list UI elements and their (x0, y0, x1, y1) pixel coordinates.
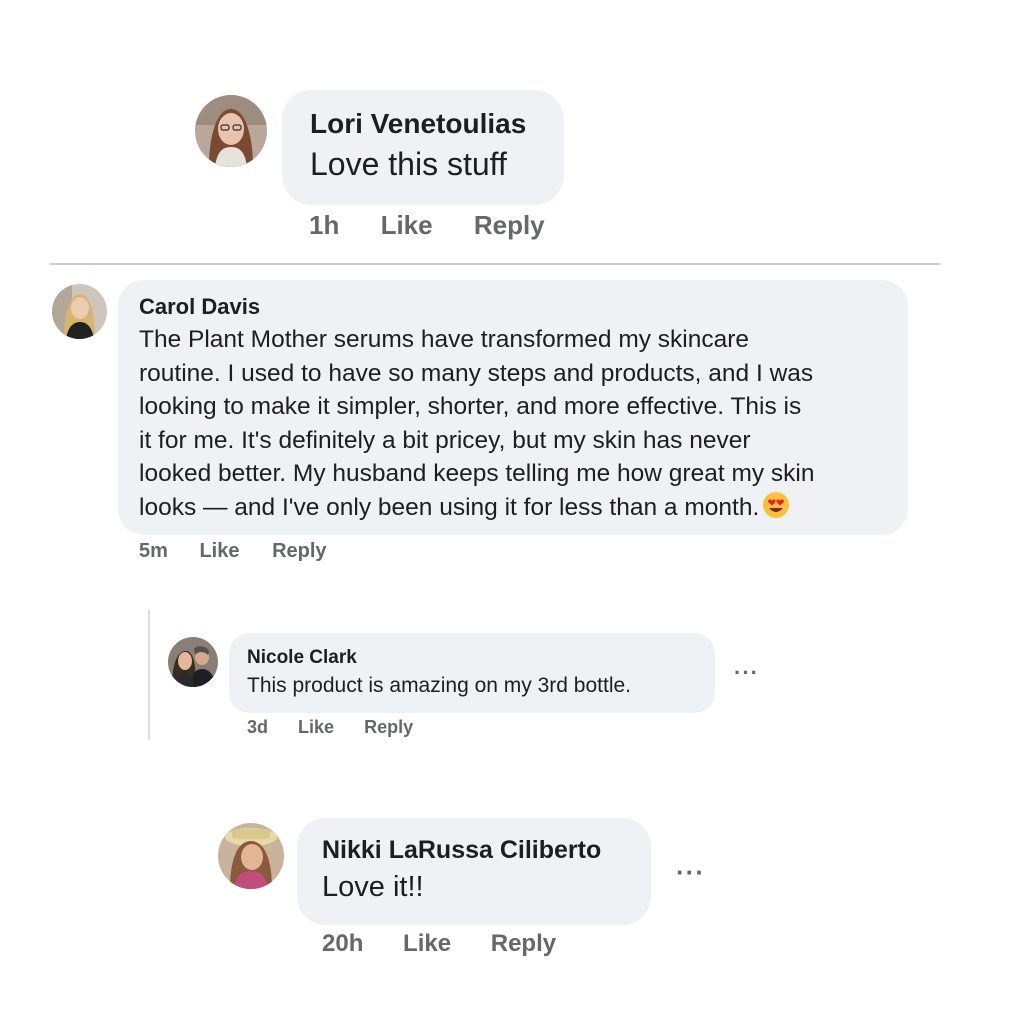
comment-timestamp[interactable]: 1h (309, 210, 339, 241)
like-button[interactable]: Like (199, 540, 239, 563)
comment-text-line: The Plant Mother serums have transformed… (139, 326, 750, 353)
comment-text-line: looked better. My husband keeps telling … (139, 460, 815, 487)
reply-thread-line (148, 610, 150, 740)
comment-actions: 1h Like Reply (309, 210, 545, 241)
avatar[interactable] (52, 284, 107, 339)
comment-text-line: looking to make it simpler, shorter, and… (139, 393, 802, 420)
reply-button[interactable]: Reply (474, 210, 545, 241)
comment-bubble: Lori Venetoulias Love this stuff (282, 90, 564, 205)
comment-timestamp[interactable]: 3d (247, 717, 268, 738)
more-options-button[interactable]: ··· (734, 660, 759, 686)
comment-text: Love this stuff (310, 146, 507, 182)
comment-bubble: Carol Davis The Plant Mother serums have… (118, 280, 908, 535)
comment-timestamp[interactable]: 20h (322, 930, 363, 958)
like-button[interactable]: Like (403, 930, 451, 958)
avatar[interactable] (218, 823, 284, 889)
reply-button[interactable]: Reply (491, 930, 556, 958)
reply-button[interactable]: Reply (272, 540, 326, 563)
comment-timestamp[interactable]: 5m (139, 540, 168, 563)
heart-eyes-emoji (763, 491, 790, 518)
comment-author[interactable]: Carol Davis (139, 294, 908, 320)
avatar[interactable] (195, 95, 267, 167)
like-button[interactable]: Like (298, 717, 334, 738)
comment-actions: 3d Like Reply (247, 717, 413, 738)
comment-actions: 5m Like Reply (139, 540, 327, 563)
reply-button[interactable]: Reply (364, 717, 413, 738)
comment-text-line: it for me. It's definitely a bit pricey,… (139, 426, 751, 454)
comment-text-line: routine. I used to have so many steps an… (139, 359, 814, 387)
comment-text-line: looks — and I've only been using it for … (139, 493, 760, 521)
more-options-button[interactable]: ··· (676, 857, 705, 888)
comment-text: Love it!! (322, 871, 424, 903)
comment-text: This product is amazing on my 3rd bottle… (247, 674, 632, 697)
comment-bubble: Nicole Clark This product is amazing on … (229, 633, 715, 713)
comment-bubble: Nikki LaRussa Ciliberto Love it!! (297, 818, 651, 925)
comment-author[interactable]: Nikki LaRussa Ciliberto (322, 836, 651, 865)
comment-text: The Plant Mother serums have transformed… (139, 323, 908, 524)
divider (50, 263, 940, 265)
like-button[interactable]: Like (381, 210, 433, 241)
avatar[interactable] (168, 637, 218, 687)
comment-author[interactable]: Nicole Clark (247, 647, 715, 669)
comment-author[interactable]: Lori Venetoulias (310, 108, 564, 140)
comment-actions: 20h Like Reply (322, 930, 556, 958)
